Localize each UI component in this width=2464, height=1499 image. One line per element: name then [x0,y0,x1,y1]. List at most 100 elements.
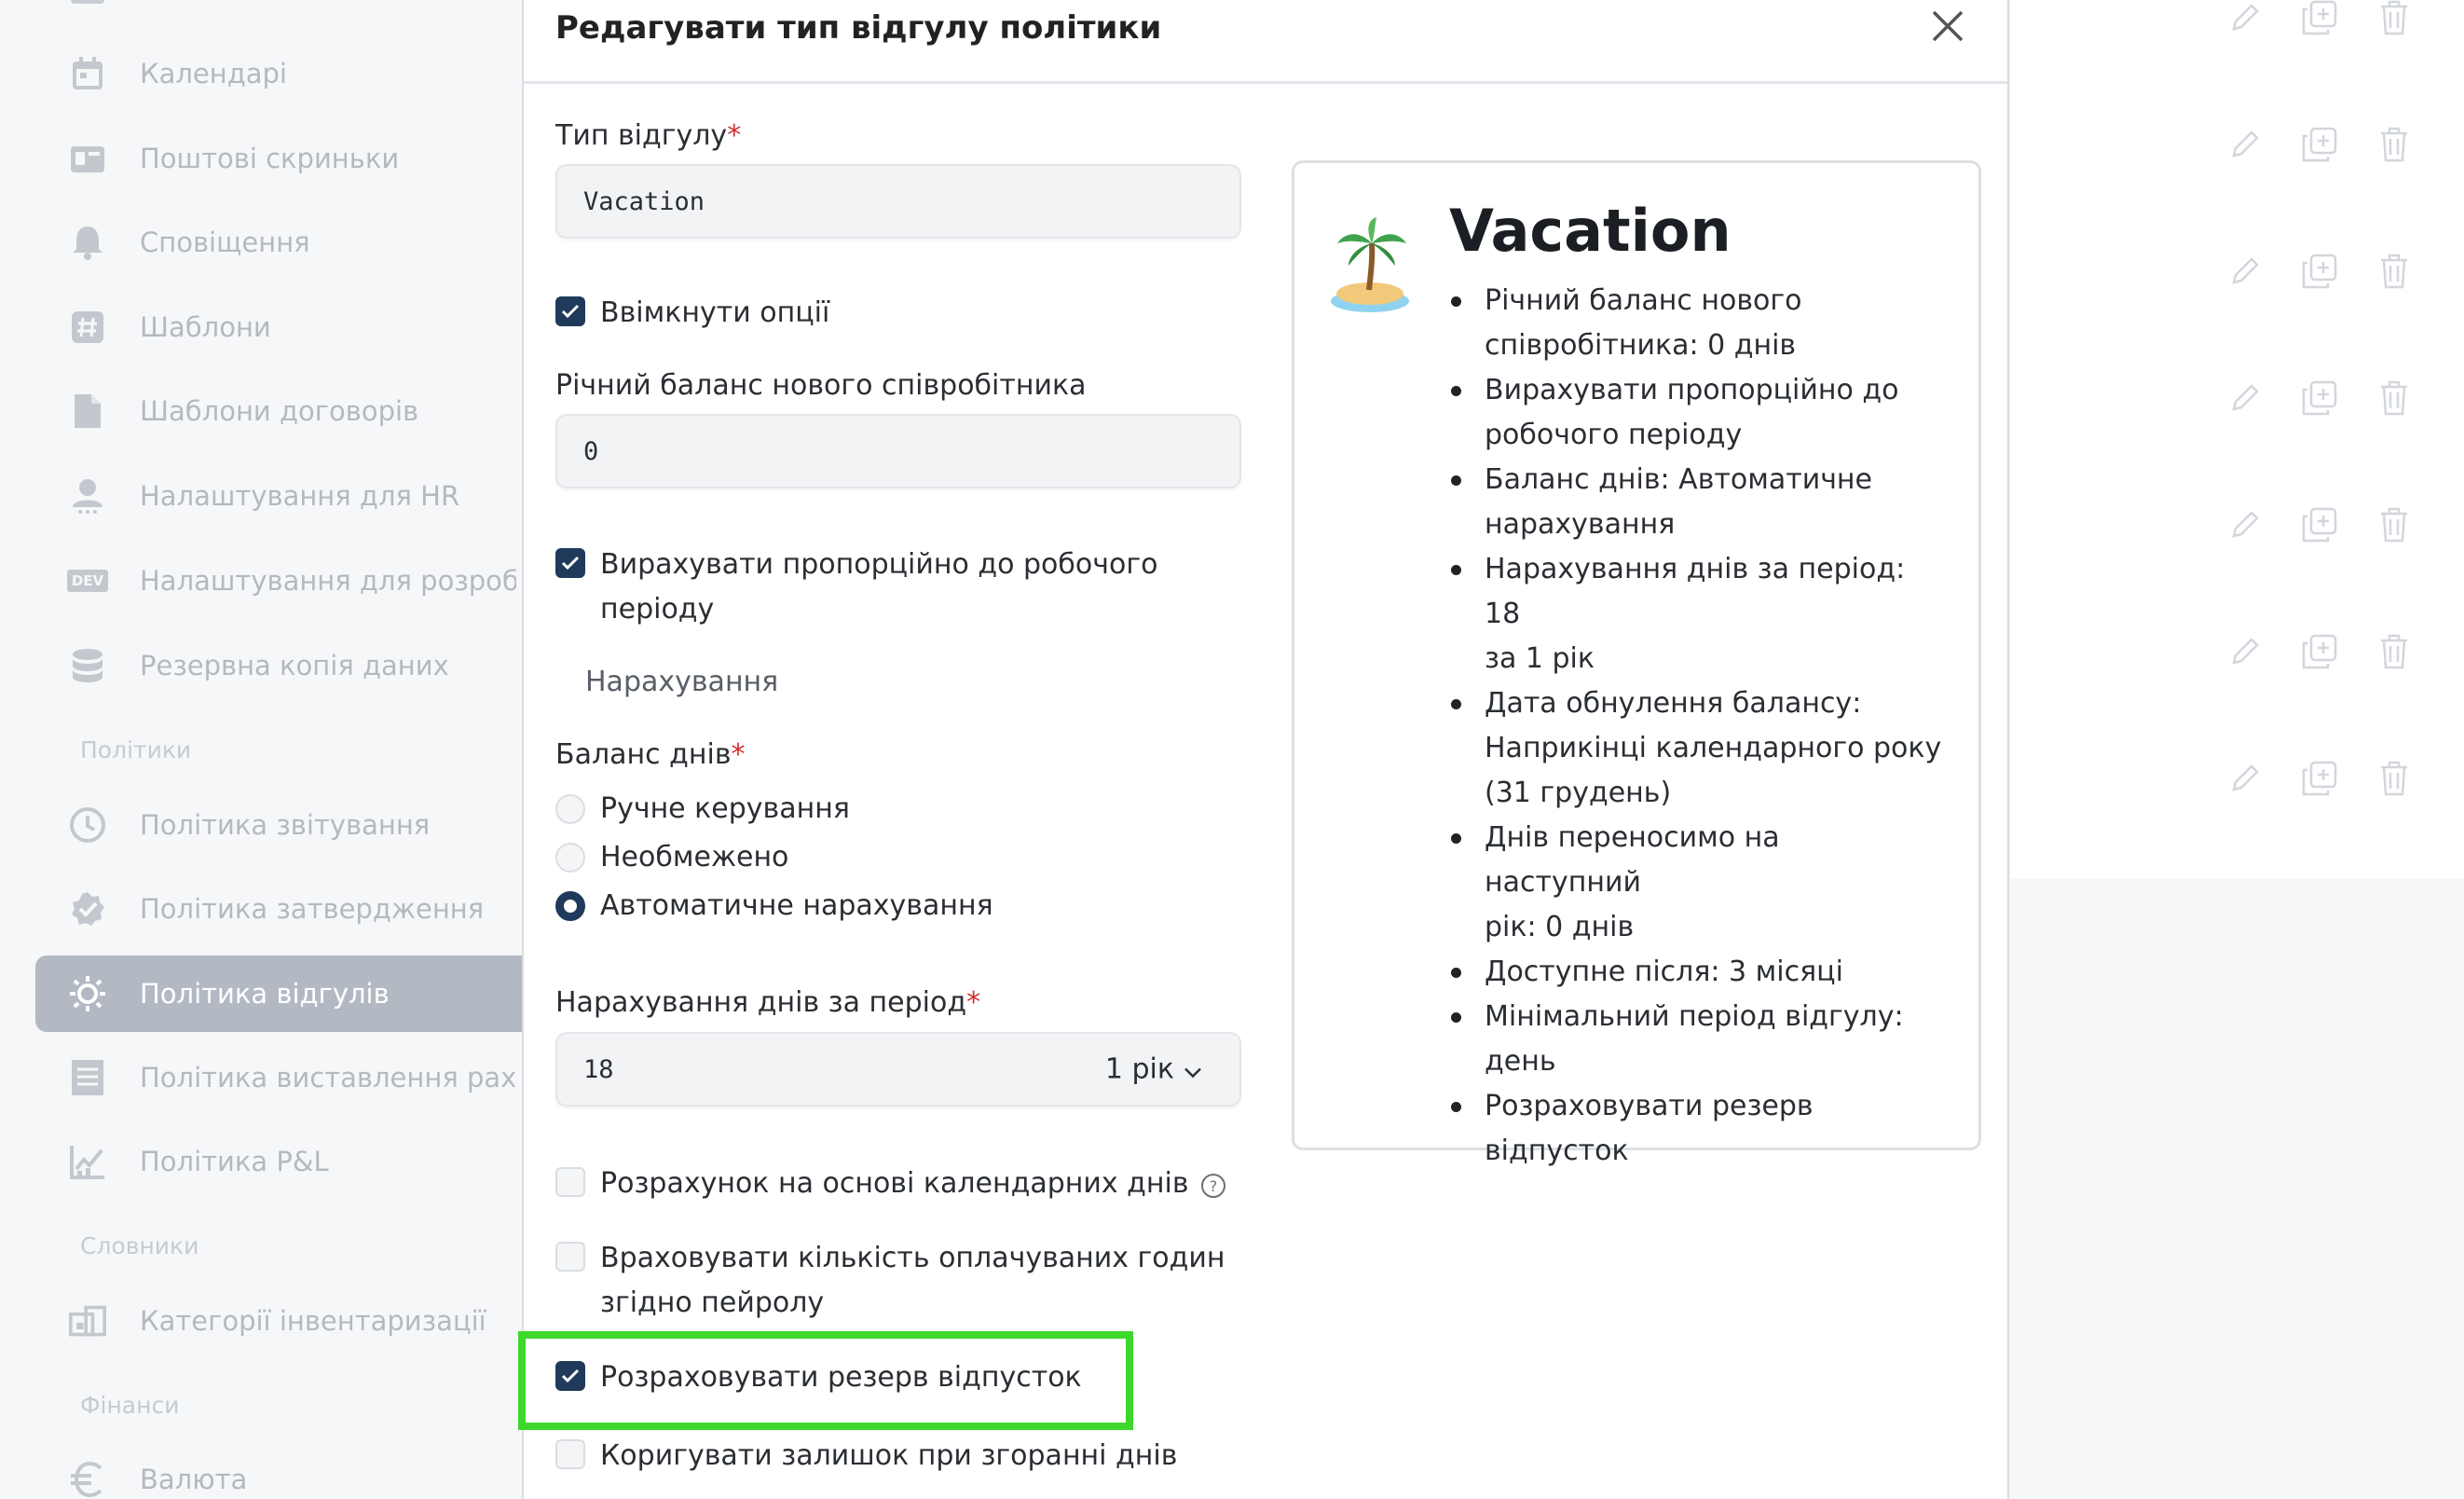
delete-icon[interactable] [2376,761,2412,796]
paid-hours-checkbox[interactable] [555,1242,585,1272]
annual-balance-input[interactable]: 0 [555,414,1241,488]
edit-icon[interactable] [2227,127,2263,162]
edit-icon[interactable] [2227,380,2263,416]
calendar-days-checkbox-row[interactable]: Розрахунок на основі календарних днів ? [555,1162,1226,1206]
close-button[interactable] [1925,6,1970,50]
sidebar-item-label: Політика затвердження [140,893,485,925]
preview-item-min-period: Мінімальний період відгулу: день [1449,995,1943,1084]
adjust-balance-checkbox[interactable] [555,1439,585,1469]
duplicate-icon[interactable] [2302,254,2337,289]
radio-label: Необмежено [600,841,789,873]
duplicate-icon[interactable] [2302,761,2337,796]
required-asterisk: * [727,119,742,152]
partial-top-icon [69,0,106,9]
list-row-actions [2227,0,2412,35]
sidebar-item-templates[interactable]: Шаблони [35,289,522,365]
preview-item-carryover: Днів переносимо на наступний рік: 0 днів [1449,816,1943,950]
balance-option-automatic[interactable]: Автоматичне нарахування [555,889,993,922]
preview-item-available-after: Доступне після: 3 місяці [1449,950,1943,995]
edit-icon[interactable] [2227,761,2263,796]
delete-icon[interactable] [2376,380,2412,416]
enable-options-checkbox[interactable] [555,296,585,326]
radio-label: Ручне керування [600,792,850,825]
period-unit-select[interactable]: 1 рік [1105,1053,1202,1086]
sidebar-item-currency[interactable]: Валюта [35,1441,522,1499]
sidebar-item-reporting-policy[interactable]: Політика звітування [35,787,522,863]
section-title-dictionaries: Словники [80,1232,199,1259]
preview-item-annual-balance: Річний баланс нового співробітника: 0 дні… [1449,279,1943,368]
sidebar-item-notifications[interactable]: Сповіщення [35,204,522,281]
line: відпусток [1485,1135,1629,1167]
delete-icon[interactable] [2376,254,2412,289]
radio-button[interactable] [555,890,585,921]
list-row-actions [2227,254,2412,289]
svg-text:?: ? [1209,1177,1217,1195]
accrual-period-label: Нарахування днів за період* [555,986,980,1019]
balance-option-manual[interactable]: Ручне керування [555,792,850,825]
list-row-actions [2227,127,2412,162]
sidebar-item-inventory-categories[interactable]: Категорії інвентаризації [35,1283,522,1359]
preview-item-balance-type: Баланс днів: Автоматичне нарахування [1449,458,1943,547]
edit-icon[interactable] [2227,507,2263,543]
sidebar-item-contract-templates[interactable]: Шаблони договорів [35,373,522,449]
database-icon [69,647,106,684]
sidebar-item-calendars[interactable]: Календарі [35,35,522,112]
leave-type-label: Тип відгулу* [555,119,741,152]
close-icon [1931,9,1964,47]
enable-options-label: Ввімкнути опції [600,296,830,329]
line: день [1485,1045,1556,1078]
paid-hours-label: Враховувати кількість оплачуваних годин з… [600,1236,1225,1326]
enable-options-checkbox-row[interactable]: Ввімкнути опції [555,291,829,336]
leave-type-input[interactable]: Vacation [555,164,1241,239]
sidebar-item-mailboxes[interactable]: Поштові скриньки [35,120,522,197]
delete-icon[interactable] [2376,634,2412,669]
duplicate-icon[interactable] [2302,127,2337,162]
delete-icon[interactable] [2376,0,2412,35]
euro-icon [69,1461,106,1498]
dev-icon: DEV [66,562,109,599]
delete-icon[interactable] [2376,507,2412,543]
period-unit-value: 1 рік [1104,1052,1174,1086]
radio-button[interactable] [555,793,585,824]
section-title-finance: Фінанси [80,1392,180,1419]
duplicate-icon[interactable] [2302,380,2337,416]
line: рік: 0 днів [1485,911,1635,943]
sidebar-item-label: Політика звітування [140,809,431,841]
preview-summary-list: Річний баланс нового співробітника: 0 дні… [1449,279,1943,1174]
list-row-actions [2227,634,2412,669]
delete-icon[interactable] [2376,127,2412,162]
paid-hours-label-line2: згідно пейролу [600,1286,825,1319]
help-icon[interactable]: ? [1200,1173,1226,1203]
paid-hours-checkbox-row[interactable]: Враховувати кількість оплачуваних годин з… [555,1236,1225,1326]
calendar-days-checkbox[interactable] [555,1167,585,1197]
preview-item-prorate: Вирахувати пропорційно до робочого період… [1449,368,1943,458]
sidebar-item-leave-policy[interactable]: Політика відгулів [35,956,522,1032]
balance-option-unlimited[interactable]: Необмежено [555,841,788,873]
list-row-actions [2227,761,2412,796]
sidebar-item-dev-settings[interactable]: DEV Налаштування для розробників [35,543,522,619]
required-asterisk: * [731,738,746,771]
accrual-period-input[interactable]: 18 1 рік [555,1032,1241,1107]
sidebar-item-pl-policy[interactable]: Політика P&L [35,1123,522,1200]
edit-icon[interactable] [2227,254,2263,289]
sidebar-item-approval-policy[interactable]: Політика затвердження [35,871,522,947]
radio-label: Автоматичне нарахування [600,889,993,922]
line: Наприкінці календарного року [1485,732,1942,764]
edit-icon[interactable] [2227,0,2263,35]
sidebar-item-hr-settings[interactable]: Налаштування для HR [35,458,522,534]
prorate-checkbox-row[interactable]: Вирахувати пропорційно до робочого період… [555,543,1157,632]
edit-icon[interactable] [2227,634,2263,669]
prorate-checkbox[interactable] [555,548,585,578]
duplicate-icon[interactable] [2302,0,2337,35]
sun-icon [69,975,106,1012]
duplicate-icon[interactable] [2302,507,2337,543]
line: (31 грудень) [1485,777,1672,809]
sidebar-item-label: Резервна копія даних [140,650,449,681]
radio-button[interactable] [555,842,585,873]
sidebar-item-invoicing-policy[interactable]: Політика виставлення рахунків [35,1039,522,1116]
duplicate-icon[interactable] [2302,634,2337,669]
adjust-balance-checkbox-row[interactable]: Коригувати залишок при згоранні днів [555,1434,1177,1478]
sidebar-item-backup[interactable]: Резервна копія даних [35,627,522,704]
line: робочого періоду [1485,419,1743,451]
sidebar-item-label: Політика P&L [140,1146,329,1177]
